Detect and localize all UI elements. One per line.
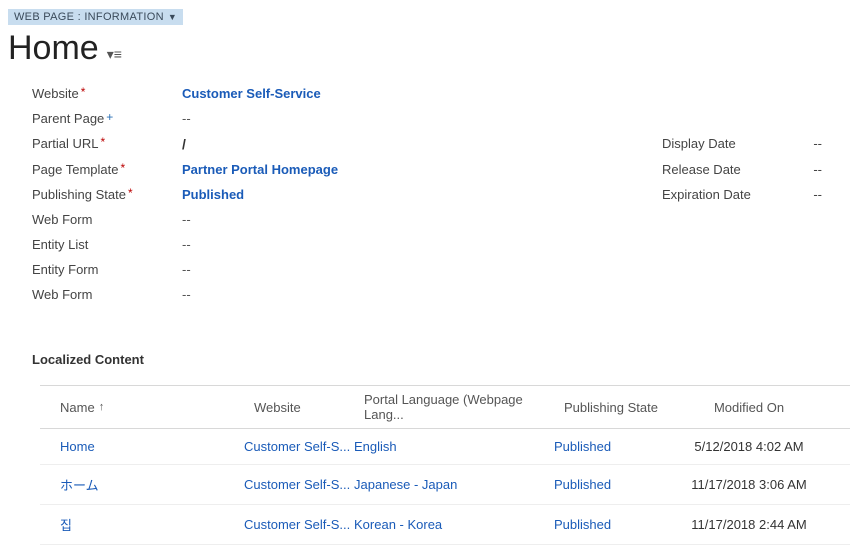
recommended-icon: +: [106, 110, 113, 124]
label-expiration-date: Expiration Date: [662, 187, 802, 202]
label-parent-page: Parent Page+: [32, 111, 182, 126]
table-row[interactable]: Home Customer Self-S... English Publishe…: [40, 429, 850, 465]
page-title: Home: [8, 29, 99, 68]
cell-state[interactable]: Published: [554, 477, 664, 492]
breadcrumb-label: WEB PAGE : INFORMATION: [14, 11, 164, 23]
cell-language[interactable]: English: [354, 439, 554, 454]
fields-grid: Website* Customer Self-Service Parent Pa…: [32, 86, 858, 302]
cell-language[interactable]: Japanese - Japan: [354, 477, 554, 492]
value-web-form-2[interactable]: --: [182, 287, 662, 302]
breadcrumb[interactable]: WEB PAGE : INFORMATION ▼: [8, 9, 183, 25]
col-header-pub-state[interactable]: Publishing State: [554, 400, 664, 415]
required-icon: *: [128, 186, 133, 200]
cell-name[interactable]: Home: [44, 439, 244, 454]
cell-modified: 11/17/2018 3:06 AM: [664, 477, 834, 492]
cell-website[interactable]: Customer Self-S...: [244, 517, 354, 532]
value-parent-page[interactable]: --: [182, 111, 662, 126]
cell-modified: 5/12/2018 4:02 AM: [664, 439, 834, 454]
value-display-date[interactable]: --: [802, 136, 822, 151]
value-publishing-state[interactable]: Published: [182, 187, 662, 202]
cell-name[interactable]: 집: [44, 515, 244, 534]
label-publishing-state: Publishing State*: [32, 187, 182, 202]
table-row[interactable]: ホーム Customer Self-S... Japanese - Japan …: [40, 465, 850, 505]
label-display-date: Display Date: [662, 136, 802, 151]
cell-website[interactable]: Customer Self-S...: [244, 439, 354, 454]
grid-header: Name ↑ Website Portal Language (Webpage …: [40, 385, 850, 429]
required-icon: *: [100, 135, 105, 149]
value-release-date[interactable]: --: [802, 162, 822, 177]
label-entity-form: Entity Form: [32, 262, 182, 277]
section-header-localized-content: Localized Content: [32, 352, 858, 367]
value-entity-list[interactable]: --: [182, 237, 662, 252]
col-header-modified-on[interactable]: Modified On: [664, 400, 834, 415]
cell-website[interactable]: Customer Self-S...: [244, 477, 354, 492]
label-partial-url: Partial URL*: [32, 136, 182, 151]
title-menu-icon[interactable]: ▾≡: [107, 46, 122, 63]
label-web-form-2: Web Form: [32, 287, 182, 302]
col-header-name[interactable]: Name ↑: [44, 400, 244, 415]
table-row[interactable]: 집 Customer Self-S... Korean - Korea Publ…: [40, 505, 850, 545]
label-website: Website*: [32, 86, 182, 101]
value-page-template[interactable]: Partner Portal Homepage: [182, 162, 662, 177]
localized-content-grid: Name ↑ Website Portal Language (Webpage …: [40, 385, 850, 545]
value-partial-url[interactable]: /: [182, 136, 662, 152]
value-website[interactable]: Customer Self-Service: [182, 86, 662, 101]
sort-asc-icon: ↑: [99, 401, 105, 413]
cell-name[interactable]: ホーム: [44, 475, 244, 494]
col-header-website[interactable]: Website: [244, 400, 354, 415]
cell-state[interactable]: Published: [554, 439, 664, 454]
col-header-portal-lang[interactable]: Portal Language (Webpage Lang...: [354, 392, 554, 422]
value-entity-form[interactable]: --: [182, 262, 662, 277]
label-web-form-1: Web Form: [32, 212, 182, 227]
value-web-form-1[interactable]: --: [182, 212, 662, 227]
label-entity-list: Entity List: [32, 237, 182, 252]
label-release-date: Release Date: [662, 162, 802, 177]
cell-language[interactable]: Korean - Korea: [354, 517, 554, 532]
cell-state[interactable]: Published: [554, 517, 664, 532]
label-page-template: Page Template*: [32, 162, 182, 177]
required-icon: *: [81, 85, 86, 99]
value-expiration-date[interactable]: --: [802, 187, 822, 202]
required-icon: *: [121, 161, 126, 175]
chevron-down-icon: ▼: [168, 12, 177, 22]
cell-modified: 11/17/2018 2:44 AM: [664, 517, 834, 532]
title-row: Home ▾≡: [8, 29, 858, 68]
